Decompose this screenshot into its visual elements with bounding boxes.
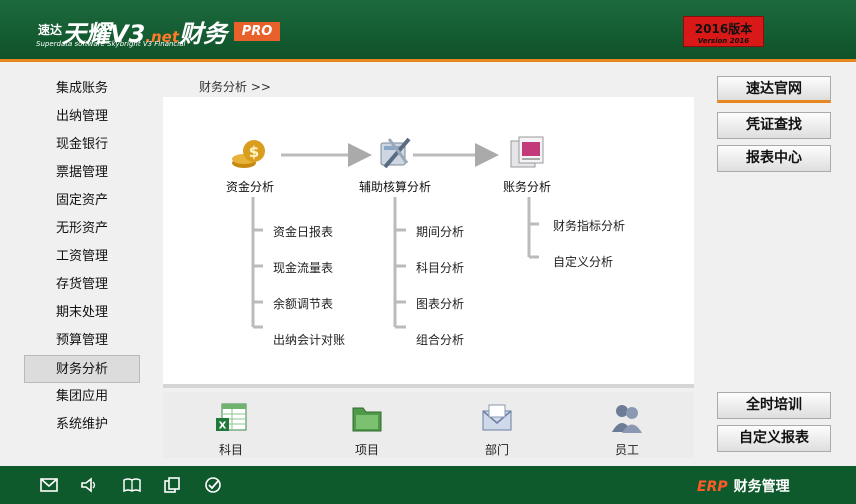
coins-icon: $ [232, 140, 265, 168]
envelope-icon [482, 404, 512, 431]
analysis-panel: $ 资金分析 辅助核算分析 账务分析 资金日报表 现金流量表 余额调节表 出纳会… [163, 97, 694, 388]
folder-icon [352, 407, 382, 432]
custom-analysis-link[interactable]: 自定义分析 [553, 253, 613, 270]
tools-icon [380, 137, 411, 169]
svg-text:X: X [219, 421, 227, 432]
aux-analysis-node[interactable]: 辅助核算分析 [353, 133, 437, 195]
account-analysis-label: 账务分析 [502, 180, 551, 194]
subject-analysis-link[interactable]: 科目分析 [416, 259, 464, 276]
financial-indicator-link[interactable]: 财务指标分析 [553, 217, 625, 234]
speaker-icon[interactable] [79, 476, 99, 494]
combination-analysis-link[interactable]: 组合分析 [416, 331, 464, 348]
account-analysis-node[interactable]: 账务分析 [497, 133, 557, 195]
department-label: 部门 [484, 443, 509, 457]
users-icon [612, 405, 642, 433]
sidebar-item-bills[interactable]: 票据管理 [24, 159, 140, 187]
spreadsheet-icon: X [216, 403, 247, 432]
check-icon[interactable] [203, 476, 223, 494]
footer-brand: ERP 财务管理 [697, 476, 790, 496]
custom-report-button[interactable]: 自定义报表 [717, 425, 831, 452]
fund-analysis-node[interactable]: $ 资金分析 [215, 133, 285, 195]
subject-label: 科目 [218, 443, 243, 457]
version-sub: Version 2016 [697, 37, 750, 45]
sidebar-item-fixed-assets[interactable]: 固定资产 [24, 187, 140, 215]
training-button[interactable]: 全时培训 [717, 392, 831, 419]
sidebar-item-period-end[interactable]: 期末处理 [24, 299, 140, 327]
sidebar-item-intangible-assets[interactable]: 无形资产 [24, 215, 140, 243]
sidebar-item-system[interactable]: 系统维护 [24, 411, 140, 439]
aux-analysis-label: 辅助核算分析 [358, 180, 431, 194]
svg-text:$: $ [249, 143, 259, 161]
sidebar-item-cashier[interactable]: 出纳管理 [24, 103, 140, 131]
fund-daily-report-link[interactable]: 资金日报表 [273, 223, 333, 240]
employee-label: 员工 [614, 443, 639, 457]
project-label: 项目 [354, 443, 379, 457]
copy-icon[interactable] [162, 476, 182, 494]
mail-icon[interactable] [39, 476, 59, 494]
voucher-search-button[interactable]: 凭证查找 [717, 112, 831, 139]
sidebar-item-financial-analysis[interactable]: 财务分析 [24, 355, 140, 383]
quick-access-strip: X 科目 项目 部门 员工 [163, 392, 694, 458]
period-analysis-link[interactable]: 期间分析 [416, 223, 464, 240]
subject-shortcut[interactable]: X 科目 [201, 402, 261, 458]
chart-analysis-link[interactable]: 图表分析 [416, 295, 464, 312]
document-analysis-icon [510, 136, 544, 168]
sidebar-item-inventory[interactable]: 存货管理 [24, 271, 140, 299]
project-shortcut[interactable]: 项目 [337, 402, 397, 458]
sidebar-item-cash-bank[interactable]: 现金银行 [24, 131, 140, 159]
department-shortcut[interactable]: 部门 [467, 402, 527, 458]
report-center-button[interactable]: 报表中心 [717, 145, 831, 172]
version-badge: 2016版本 Version 2016 [683, 16, 764, 47]
book-icon[interactable] [122, 476, 142, 494]
breadcrumb: 财务分析 >> [199, 80, 271, 94]
official-site-button[interactable]: 速达官网 [717, 76, 831, 103]
balance-reconciliation-link[interactable]: 余额调节表 [273, 295, 333, 312]
sidebar-item-group[interactable]: 集团应用 [24, 383, 140, 411]
sidebar-item-ledger[interactable]: 集成账务 [24, 75, 140, 103]
module-sidebar: 集成账务 出纳管理 现金银行 票据管理 固定资产 无形资产 工资管理 存货管理 … [24, 75, 140, 439]
logo-subtitle: Superdata software Skybright V3 Financia… [36, 40, 186, 48]
sidebar-item-budget[interactable]: 预算管理 [24, 327, 140, 355]
app-footer: ERP 财务管理 [0, 466, 856, 504]
logo-suffix: 财务 [179, 20, 228, 48]
fund-analysis-label: 资金分析 [225, 180, 274, 194]
cash-flow-report-link[interactable]: 现金流量表 [273, 259, 333, 276]
cashier-reconciliation-link[interactable]: 出纳会计对账 [273, 331, 345, 348]
employee-shortcut[interactable]: 员工 [597, 402, 657, 458]
version-main: 2016版本 [694, 22, 753, 36]
app-header: 速达天耀V3.net财务 Superdata software Skybrigh… [0, 0, 856, 62]
sidebar-item-payroll[interactable]: 工资管理 [24, 243, 140, 271]
pro-badge: PRO [234, 22, 280, 41]
footer-brand-text: 财务管理 [733, 479, 790, 495]
footer-erp: ERP [697, 479, 728, 495]
logo-prefix: 速达 [38, 23, 63, 37]
